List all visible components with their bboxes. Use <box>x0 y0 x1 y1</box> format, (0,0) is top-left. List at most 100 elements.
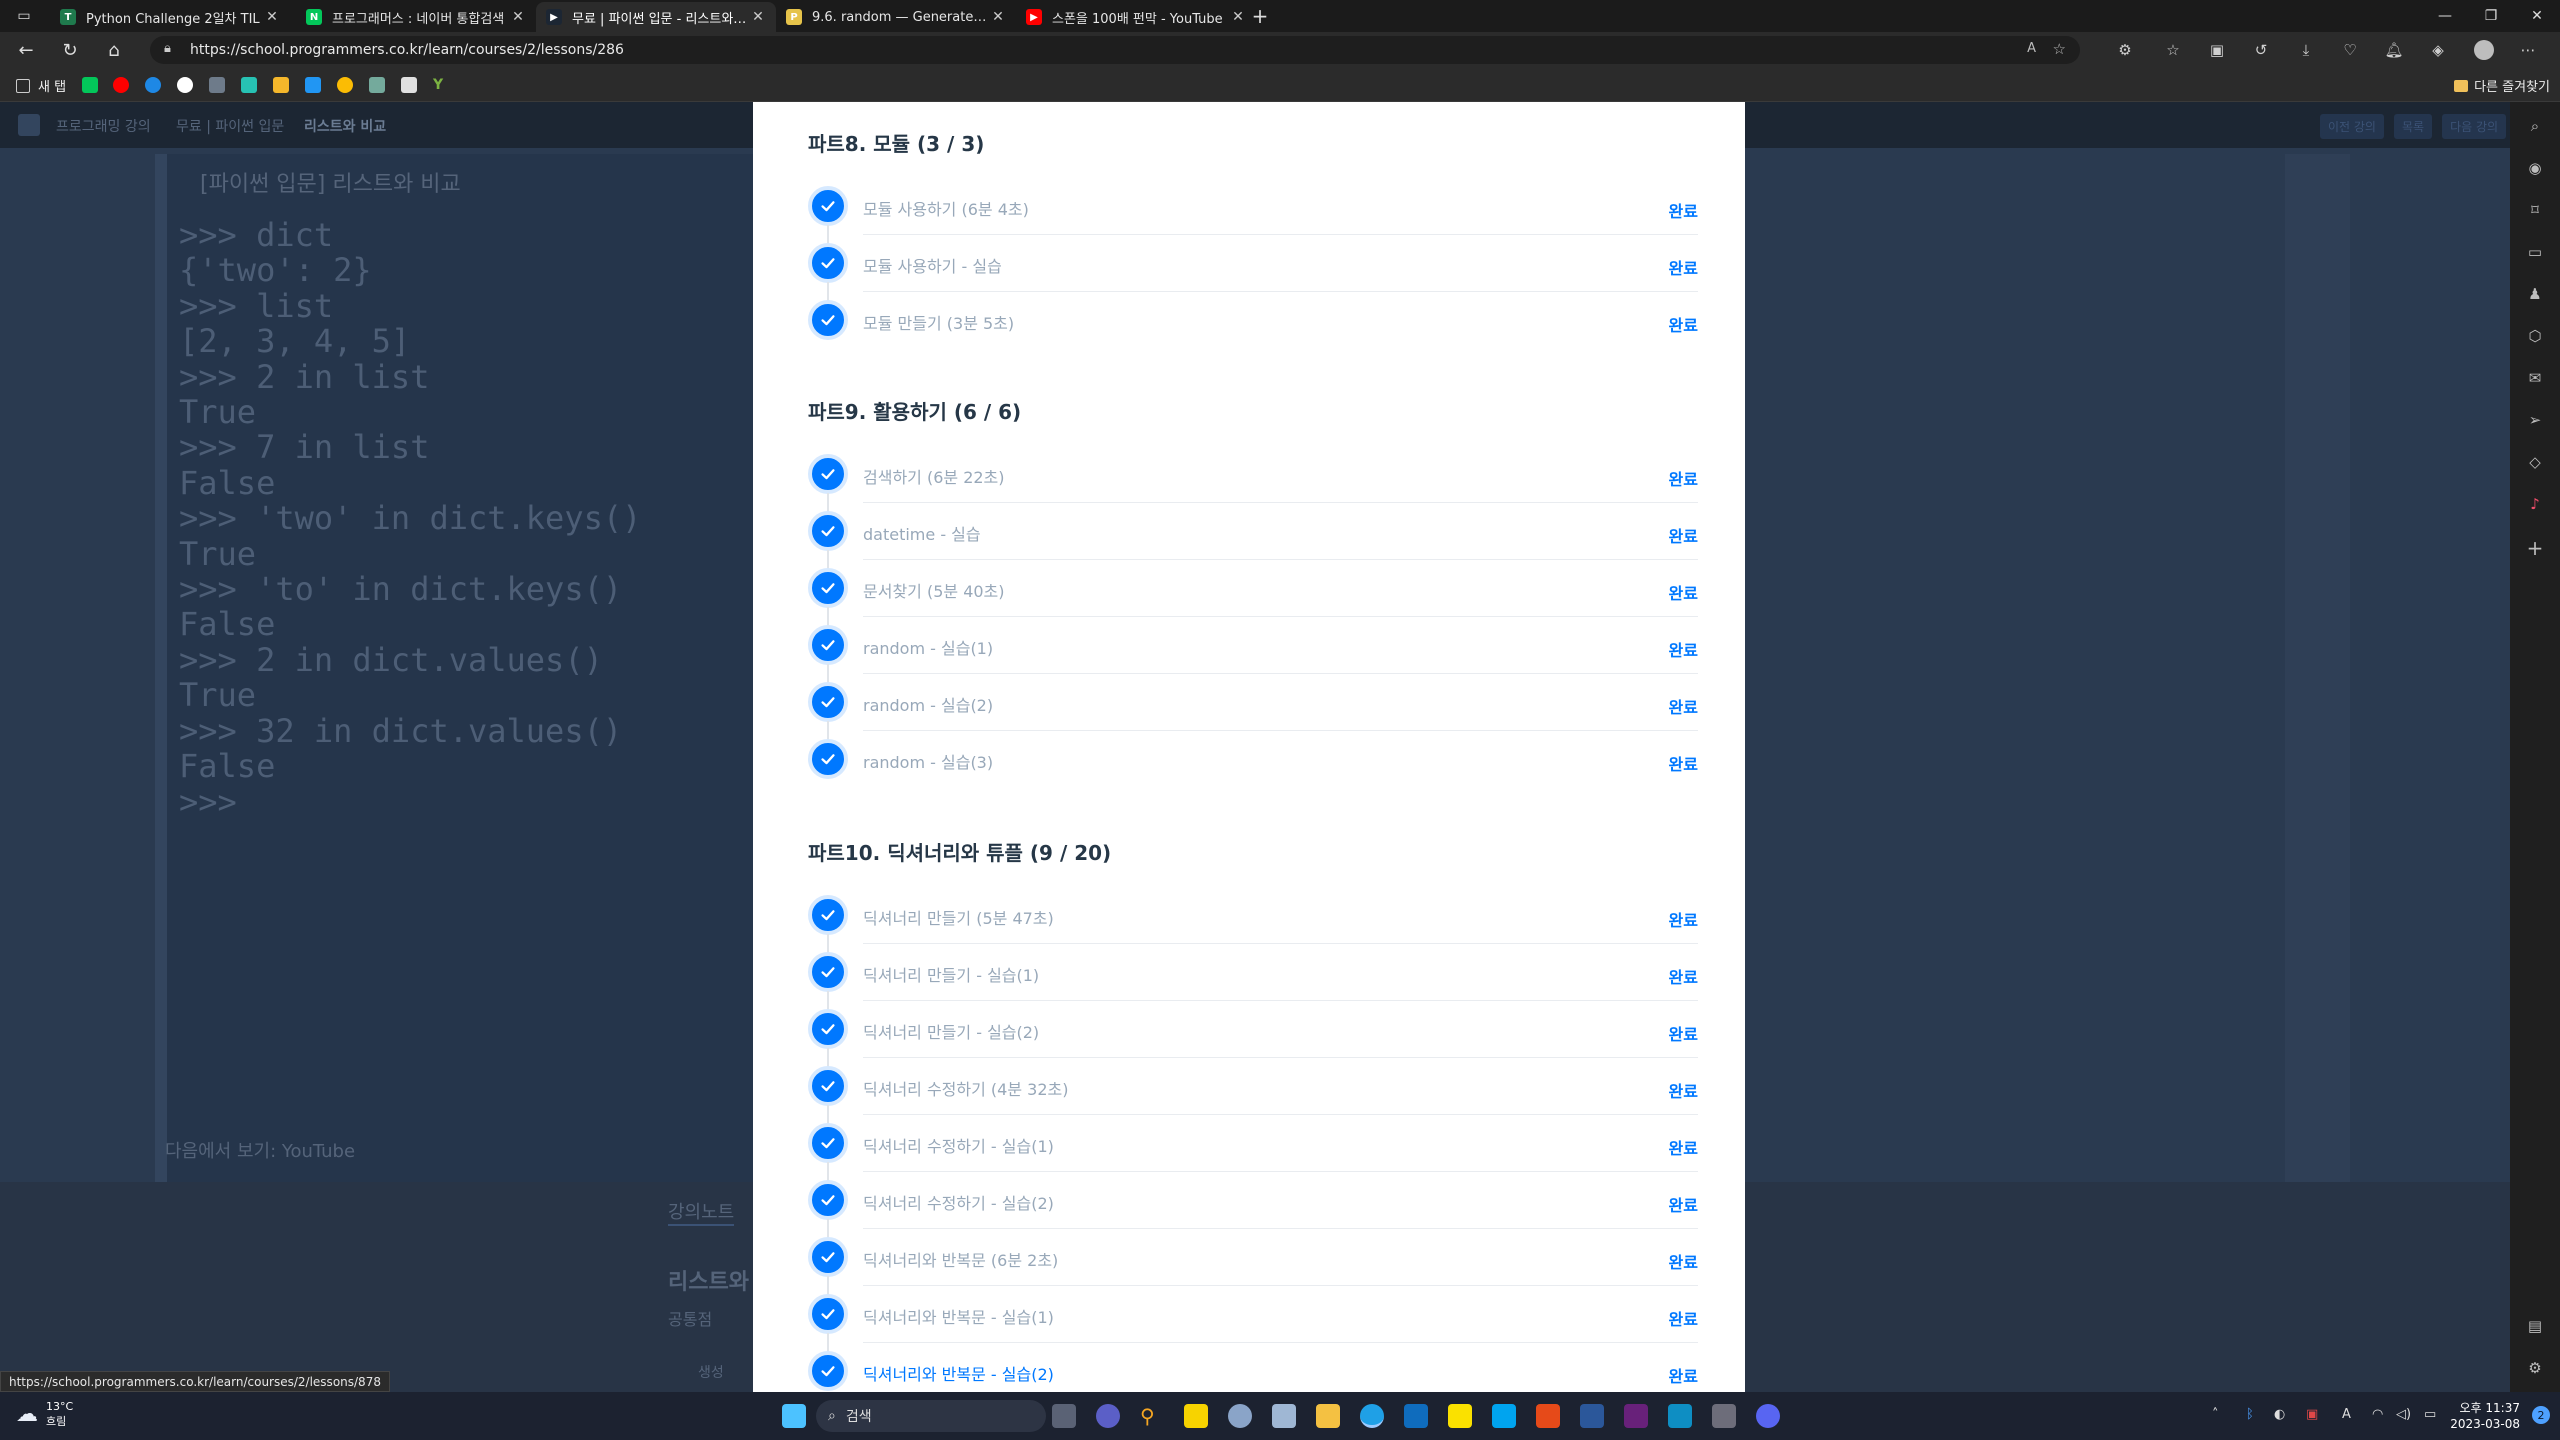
browser-tab[interactable]: T Python Challenge 2일차 TIL ✕ <box>50 2 290 32</box>
extensions-icon[interactable]: ⚙ <box>2115 40 2135 60</box>
browser-tab[interactable]: ▶ 스폰을 100배 펀막 - YouTube ✕ <box>1016 2 1256 32</box>
history-icon[interactable]: ↺ <box>2251 40 2271 60</box>
weather-widget[interactable]: ☁ 13°C 흐림 <box>16 1400 73 1429</box>
new-tab-button[interactable]: + <box>1240 0 1280 32</box>
edge-taskbar-icon[interactable] <box>1360 1404 1384 1428</box>
start-button[interactable] <box>782 1404 806 1428</box>
back-icon[interactable]: ← <box>14 38 38 62</box>
sidebar-add-icon[interactable]: + <box>2525 536 2545 560</box>
task-view-icon[interactable] <box>1052 1404 1076 1428</box>
notion-like-icon[interactable] <box>1668 1404 1692 1428</box>
sidebar-send-icon[interactable]: ➢ <box>2525 410 2545 430</box>
favorites-icon[interactable]: ☆ <box>2163 40 2183 60</box>
teams-icon[interactable] <box>1096 1404 1120 1428</box>
lesson-item[interactable]: 문서찾기 (5분 40초) 완료 <box>808 550 1698 627</box>
lesson-title[interactable]: 딕셔너리 수정하기 - 실습(1) <box>863 1133 1054 1157</box>
lesson-title[interactable]: 딕셔너리 만들기 (5분 47초) <box>863 905 1054 929</box>
lesson-item[interactable]: 딕셔너리 만들기 - 실습(2) 완료 <box>808 991 1698 1068</box>
prev-lesson-button[interactable]: 이전 강의 <box>2320 114 2384 139</box>
next-lesson-button[interactable]: 다음 강의 <box>2442 114 2507 139</box>
bookmark-naver-icon[interactable] <box>82 77 98 93</box>
bookmark-app-icon[interactable] <box>241 77 257 93</box>
bluetooth-icon[interactable]: ᛒ <box>2246 1407 2254 1422</box>
lesson-item[interactable]: random - 실습(2) 완료 <box>808 664 1698 741</box>
bookmark-new-tab[interactable]: 새 탭 <box>16 76 66 95</box>
sidebar-tools-icon[interactable]: ▭ <box>2525 242 2545 262</box>
taskbar-clock[interactable]: 오후 11:37 2023-03-08 <box>2450 1400 2520 1432</box>
bookmark-programmers-icon[interactable] <box>209 77 225 93</box>
sticky-notes-icon[interactable] <box>1184 1404 1208 1428</box>
other-favorites[interactable]: 다른 즐겨찾기 <box>2454 76 2550 95</box>
profile-avatar[interactable] <box>2474 40 2494 60</box>
bookmark-youtube-icon[interactable] <box>113 77 129 93</box>
lesson-title[interactable]: 문서찾기 (5분 40초) <box>863 578 1005 602</box>
sidebar-search-icon[interactable]: ⌕ <box>2525 116 2545 136</box>
ime-icon[interactable]: A <box>2342 1407 2351 1422</box>
lesson-title[interactable]: 모듈 사용하기 - 실습 <box>863 253 1002 277</box>
breadcrumb-1[interactable]: 프로그래밍 강의 <box>56 116 151 136</box>
tab-close-icon[interactable]: ✕ <box>264 9 280 25</box>
bookmark-edge-icon[interactable] <box>145 77 161 93</box>
downloads-icon[interactable]: ⤓ <box>2296 40 2316 60</box>
lesson-title[interactable]: random - 실습(2) <box>863 692 993 716</box>
lesson-item[interactable]: random - 실습(3) 완료 <box>808 721 1698 788</box>
sidebar-copilot-icon[interactable]: ◉ <box>2525 158 2545 178</box>
minimize-button[interactable]: — <box>2422 0 2468 32</box>
lesson-title[interactable]: 모듈 사용하기 (6분 4초) <box>863 196 1029 220</box>
restore-button[interactable]: ❐ <box>2468 0 2514 32</box>
sidebar-music-icon[interactable]: ♪ <box>2525 494 2545 514</box>
video-code-area[interactable]: >>> dict {'two': 2} >>> list [2, 3, 4, 5] >>… <box>155 154 755 1234</box>
more-menu-icon[interactable]: ⋯ <box>2518 40 2538 60</box>
kakaotalk-icon[interactable] <box>1448 1404 1472 1428</box>
browser-tab[interactable]: ▶ 무료 | 파이썬 입문 - 리스트와 비교 ✕ <box>536 2 776 32</box>
bookmark-chatgpt-icon[interactable] <box>369 77 385 93</box>
sidebar-drop-icon[interactable]: ◇ <box>2525 452 2545 472</box>
bookmark-calendar-icon[interactable] <box>401 77 417 93</box>
address-bar[interactable]: 🔒︎ https://school.programmers.co.kr/lear… <box>150 36 2080 64</box>
mail-icon[interactable] <box>1404 1404 1428 1428</box>
bookmark-cloud-icon[interactable] <box>305 77 321 93</box>
collections-icon[interactable]: ▣ <box>2207 40 2227 60</box>
sidebar-shopping-icon[interactable]: ⌑ <box>2525 200 2545 220</box>
tab-lecture-notes[interactable]: 강의노트 <box>668 1198 735 1226</box>
list-button[interactable]: 목록 <box>2393 114 2433 139</box>
lesson-title[interactable]: 딕셔너리와 반복문 - 실습(1) <box>863 1304 1054 1328</box>
lesson-title[interactable]: 딕셔너리 수정하기 - 실습(2) <box>863 1190 1054 1214</box>
lesson-item[interactable]: 모듈 사용하기 - 실습 완료 <box>808 225 1698 302</box>
visual-studio-icon[interactable] <box>1624 1404 1648 1428</box>
lesson-title[interactable]: 딕셔너리와 반복문 - 실습(2) <box>863 1361 1054 1385</box>
home-icon[interactable]: ⌂ <box>102 38 126 62</box>
bookmark-google-icon[interactable] <box>177 77 193 93</box>
lesson-item[interactable]: 딕셔너리 수정하기 - 실습(1) 완료 <box>808 1105 1698 1182</box>
lesson-title[interactable]: 딕셔너리 수정하기 (4분 32초) <box>863 1076 1068 1100</box>
lesson-item[interactable]: 딕셔너리 수정하기 - 실습(2) 완료 <box>808 1162 1698 1239</box>
browser-tab[interactable]: P 9.6. random — Generate pseudo-r✕ <box>776 2 1016 32</box>
close-window-button[interactable]: ✕ <box>2514 0 2560 32</box>
word-icon[interactable] <box>1580 1404 1604 1428</box>
notifications-icon[interactable]: 🔔︎ <box>2384 40 2404 60</box>
store-icon[interactable] <box>1492 1404 1516 1428</box>
search-app-icon[interactable]: ⚲ <box>1140 1404 1164 1428</box>
read-aloud-icon[interactable]: A <box>2027 41 2036 56</box>
refresh-icon[interactable]: ↻ <box>58 38 82 62</box>
lesson-item[interactable]: 딕셔너리와 반복문 - 실습(2) 완료 <box>808 1333 1698 1392</box>
powerpoint-like-icon[interactable] <box>1536 1404 1560 1428</box>
lesson-item[interactable]: 모듈 사용하기 (6분 4초) 완료 <box>808 178 1698 245</box>
photos-icon[interactable] <box>1272 1404 1296 1428</box>
lesson-title[interactable]: 검색하기 (6분 22초) <box>863 464 1005 488</box>
taskbar-search[interactable]: ⌕ 검색 <box>816 1400 1046 1432</box>
wifi-icon[interactable]: ◠ <box>2372 1407 2383 1422</box>
sidebar-layout-icon[interactable]: ▤ <box>2525 1316 2545 1336</box>
bookmark-y-icon[interactable]: Y <box>433 77 449 93</box>
lesson-item[interactable]: 딕셔너리 수정하기 (4분 32초) 완료 <box>808 1048 1698 1125</box>
tab-actions-icon[interactable]: ▭ <box>4 0 44 32</box>
breadcrumb-2[interactable]: 무료 | 파이썬 입문 <box>176 116 284 136</box>
browser-essentials-icon[interactable]: ♡ <box>2340 40 2360 60</box>
lesson-item[interactable]: 딕셔너리 만들기 (5분 47초) 완료 <box>808 887 1698 954</box>
tab-close-icon[interactable]: ✕ <box>510 9 526 25</box>
sidebar-outlook-icon[interactable]: ✉ <box>2525 368 2545 388</box>
file-explorer-icon[interactable] <box>1316 1404 1340 1428</box>
lesson-item[interactable]: random - 실습(1) 완료 <box>808 607 1698 684</box>
bookmark-drive-icon[interactable] <box>337 77 353 93</box>
tray-app2-icon[interactable]: ▣ <box>2306 1407 2318 1422</box>
